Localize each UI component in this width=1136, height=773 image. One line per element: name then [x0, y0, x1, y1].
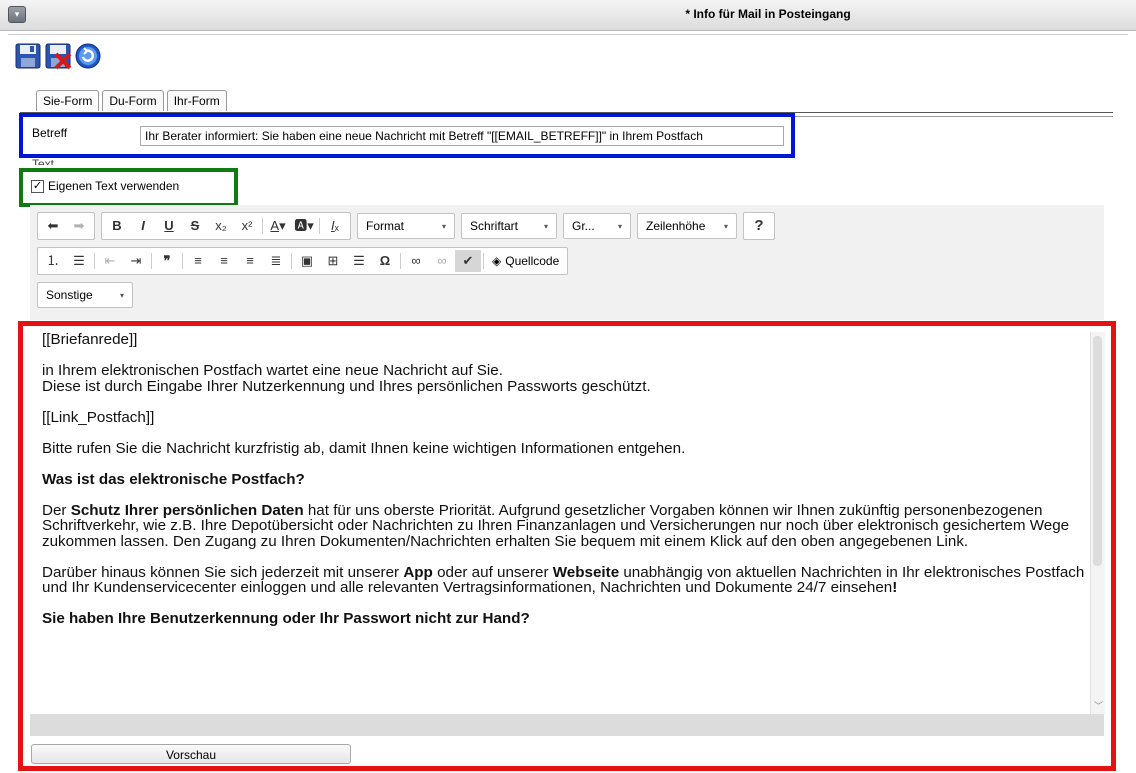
other-dropdown-label: Sonstige: [46, 288, 93, 302]
font-dropdown[interactable]: Schriftart ▾: [461, 213, 557, 239]
refresh-icon[interactable]: [74, 42, 102, 70]
align-left-icon[interactable]: ≡: [185, 250, 211, 272]
background-color-icon[interactable]: 🅰▾: [291, 215, 317, 237]
strike-button[interactable]: S: [182, 215, 208, 237]
save-close-icon[interactable]: [44, 42, 72, 70]
format-dropdown-label: Format: [366, 219, 405, 233]
blockquote-icon[interactable]: ❞: [154, 250, 180, 272]
align-right-icon[interactable]: ≡: [237, 250, 263, 272]
horizontal-line-icon[interactable]: ☰: [346, 250, 372, 272]
window-titlebar: ▾ * Info für Mail in Posteingang: [0, 0, 1136, 31]
tab-du-form[interactable]: Du-Form: [102, 90, 164, 111]
redo-icon[interactable]: ➡: [66, 215, 92, 237]
outdent-icon[interactable]: ⇤: [97, 250, 123, 272]
highlight-content: [18, 321, 1116, 771]
editor-toolbar: ⬅ ➡ B I U S x₂ x² A▾ 🅰▾ Iₓ Format ▾ Schr…: [30, 205, 1104, 320]
paragraph-group: ⒈ ☰ ⇤ ⇥ ❞ ≡ ≡ ≡ ≣ ▣ ⊞ ☰ Ω ∞ ∞ ✔ ◈ Quellc…: [37, 247, 569, 275]
chevron-down-icon: ▾: [441, 221, 446, 231]
align-justify-icon[interactable]: ≣: [263, 250, 289, 272]
table-icon[interactable]: ⊞: [320, 250, 346, 272]
other-dropdown[interactable]: Sonstige ▾: [37, 282, 133, 308]
remove-format-icon[interactable]: Iₓ: [322, 215, 348, 237]
text-color-icon[interactable]: A▾: [265, 215, 291, 237]
frame-top-line: [8, 34, 1128, 35]
spellcheck-icon[interactable]: ✔: [455, 250, 481, 272]
chevron-down-icon: ▾: [617, 221, 622, 231]
window-title: * Info für Mail in Posteingang: [685, 7, 851, 21]
style-group: B I U S x₂ x² A▾ 🅰▾ Iₓ: [101, 212, 351, 240]
italic-button[interactable]: I: [130, 215, 156, 237]
align-center-icon[interactable]: ≡: [211, 250, 237, 272]
source-code-button[interactable]: ◈ Quellcode: [486, 250, 565, 272]
underline-button[interactable]: U: [156, 215, 182, 237]
size-dropdown-label: Gr...: [572, 219, 595, 233]
help-group: ?: [743, 212, 775, 240]
save-icon[interactable]: [14, 42, 42, 70]
subscript-icon[interactable]: x₂: [208, 215, 234, 237]
indent-icon[interactable]: ⇥: [123, 250, 149, 272]
line-height-dropdown[interactable]: Zeilenhöhe ▾: [637, 213, 737, 239]
numbered-list-icon[interactable]: ⒈: [40, 250, 66, 272]
link-icon[interactable]: ∞: [403, 250, 429, 272]
special-char-icon[interactable]: Ω: [372, 250, 398, 272]
bold-button[interactable]: B: [104, 215, 130, 237]
tab-ihr-form[interactable]: Ihr-Form: [166, 90, 227, 111]
tab-sie-form[interactable]: Sie-Form: [36, 90, 100, 111]
chevron-down-icon: ▾: [723, 221, 728, 231]
size-dropdown[interactable]: Gr... ▾: [563, 213, 631, 239]
highlight-checkbox: [19, 168, 238, 207]
unlink-icon[interactable]: ∞: [429, 250, 455, 272]
undo-icon[interactable]: ⬅: [40, 215, 66, 237]
undo-redo-group: ⬅ ➡: [37, 212, 95, 240]
chevron-down-icon: ▾: [543, 221, 548, 231]
highlight-betreff: [19, 113, 795, 158]
form-tabs: Sie-Form Du-Form Ihr-Form: [36, 90, 230, 112]
line-height-dropdown-label: Zeilenhöhe: [646, 219, 706, 233]
font-dropdown-label: Schriftart: [470, 219, 519, 233]
source-code-label: Quellcode: [505, 254, 560, 268]
help-button[interactable]: ?: [746, 215, 772, 237]
image-icon[interactable]: ▣: [294, 250, 320, 272]
bulleted-list-icon[interactable]: ☰: [66, 250, 92, 272]
format-dropdown[interactable]: Format ▾: [357, 213, 455, 239]
superscript-icon[interactable]: x²: [234, 215, 260, 237]
source-code-icon: ◈: [492, 254, 502, 268]
chevron-down-icon: ▾: [119, 290, 124, 300]
text-label: Text: [32, 157, 55, 165]
